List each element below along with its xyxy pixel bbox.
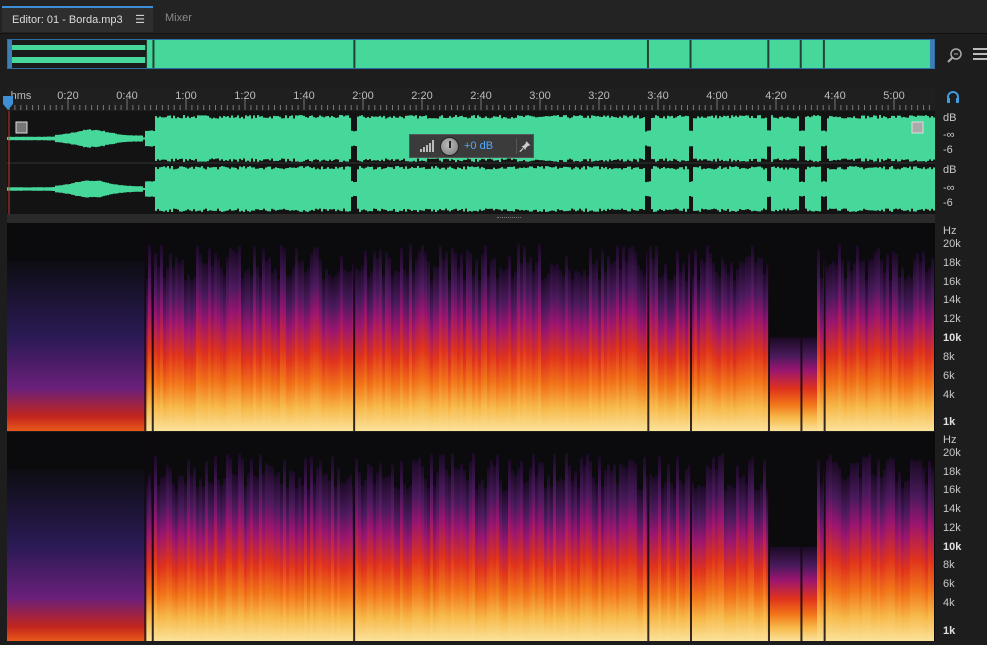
playhead-marker[interactable] [3,96,13,110]
db-label: -6 [943,144,953,156]
hz-label: 1k [943,416,956,428]
pin-icon[interactable] [516,138,532,154]
hz-label: 20k [943,238,961,250]
tab-editor[interactable]: Editor: 01 - Borda.mp3 ☰ [2,6,153,32]
tab-mixer-label: Mixer [165,12,192,24]
tab-mixer[interactable]: Mixer [155,6,215,32]
ruler-tick-label: 4:00 [706,90,728,102]
ruler-tick-label: 3:20 [588,90,610,102]
spectrogram-right-channel[interactable] [7,432,935,641]
hz-label: 10k [943,541,962,553]
db-label: -6 [943,197,953,209]
hz-label: 14k [943,294,961,306]
hz-label: 8k [943,351,955,363]
ruler-tick-label: 1:00 [175,90,197,102]
hz-label: 6k [943,370,955,382]
waveform-spectrogram-divider[interactable] [7,214,935,223]
overview-right-handle[interactable] [930,40,934,68]
zoom-icon[interactable] [946,46,964,64]
tab-editor-label: Editor: 01 - Borda.mp3 [12,14,123,26]
ruler-tick-label: 1:40 [293,90,315,102]
volume-value[interactable]: +0 dB [464,140,493,152]
ruler-tick-label: 2:00 [352,90,374,102]
ruler-tick-label: 1:20 [234,90,256,102]
db-label: -∞ [943,129,955,141]
divider-grip[interactable] [497,217,521,219]
hz-label: 14k [943,503,961,515]
ruler-tick-label: 4:40 [824,90,846,102]
overview-left-handle[interactable] [8,40,12,68]
ruler-tick-label: 2:40 [470,90,492,102]
overview-navigator[interactable] [7,39,935,69]
hz-label: 18k [943,466,961,478]
hz-label: 16k [943,484,961,496]
ruler-tick-label: 2:20 [411,90,433,102]
hz-label: 4k [943,597,955,609]
tab-menu-icon[interactable]: ☰ [135,8,145,32]
db-label: dB [943,164,957,176]
headphone-icon[interactable] [946,90,960,104]
time-ruler[interactable]: hms 0:20 0:40 1:00 1:20 1:40 2:00 2:20 2… [7,88,935,110]
ruler-tick-label: 4:20 [765,90,787,102]
ruler-tick-label: 3:40 [647,90,669,102]
overview-waveform [8,40,934,68]
hz-label: Hz [943,434,957,446]
hz-label: 4k [943,389,955,401]
ruler-tick-label: 0:20 [57,90,79,102]
hz-label: 18k [943,257,961,269]
db-label: dB [943,112,957,124]
hz-label: 12k [943,522,961,534]
list-icon[interactable] [973,47,987,61]
hz-label: 6k [943,578,955,590]
hz-label: 20k [943,447,961,459]
waveform-channels [7,111,935,214]
volume-hud: +0 dB [409,134,534,158]
db-label: -∞ [943,182,955,194]
ruler-tick-label: hms [10,90,32,102]
hz-label: 16k [943,276,961,288]
spectrogram-left-channel[interactable] [7,223,935,431]
hz-label: 1k [943,625,956,637]
spectrogram-canvas [7,223,935,431]
ruler-tick-label: 0:40 [116,90,138,102]
hz-label: Hz [943,225,957,237]
waveform-display[interactable] [7,111,935,214]
spectrogram-canvas [7,432,935,641]
ruler-tick-label: 3:00 [529,90,551,102]
hz-label: 10k [943,332,962,344]
volume-knob[interactable] [440,137,459,156]
hz-label: 8k [943,559,955,571]
tab-bar: Editor: 01 - Borda.mp3 ☰ Mixer [0,0,987,34]
hz-label: 12k [943,313,961,325]
volume-icon [420,140,434,152]
ruler-tick-label: 5:00 [883,90,905,102]
